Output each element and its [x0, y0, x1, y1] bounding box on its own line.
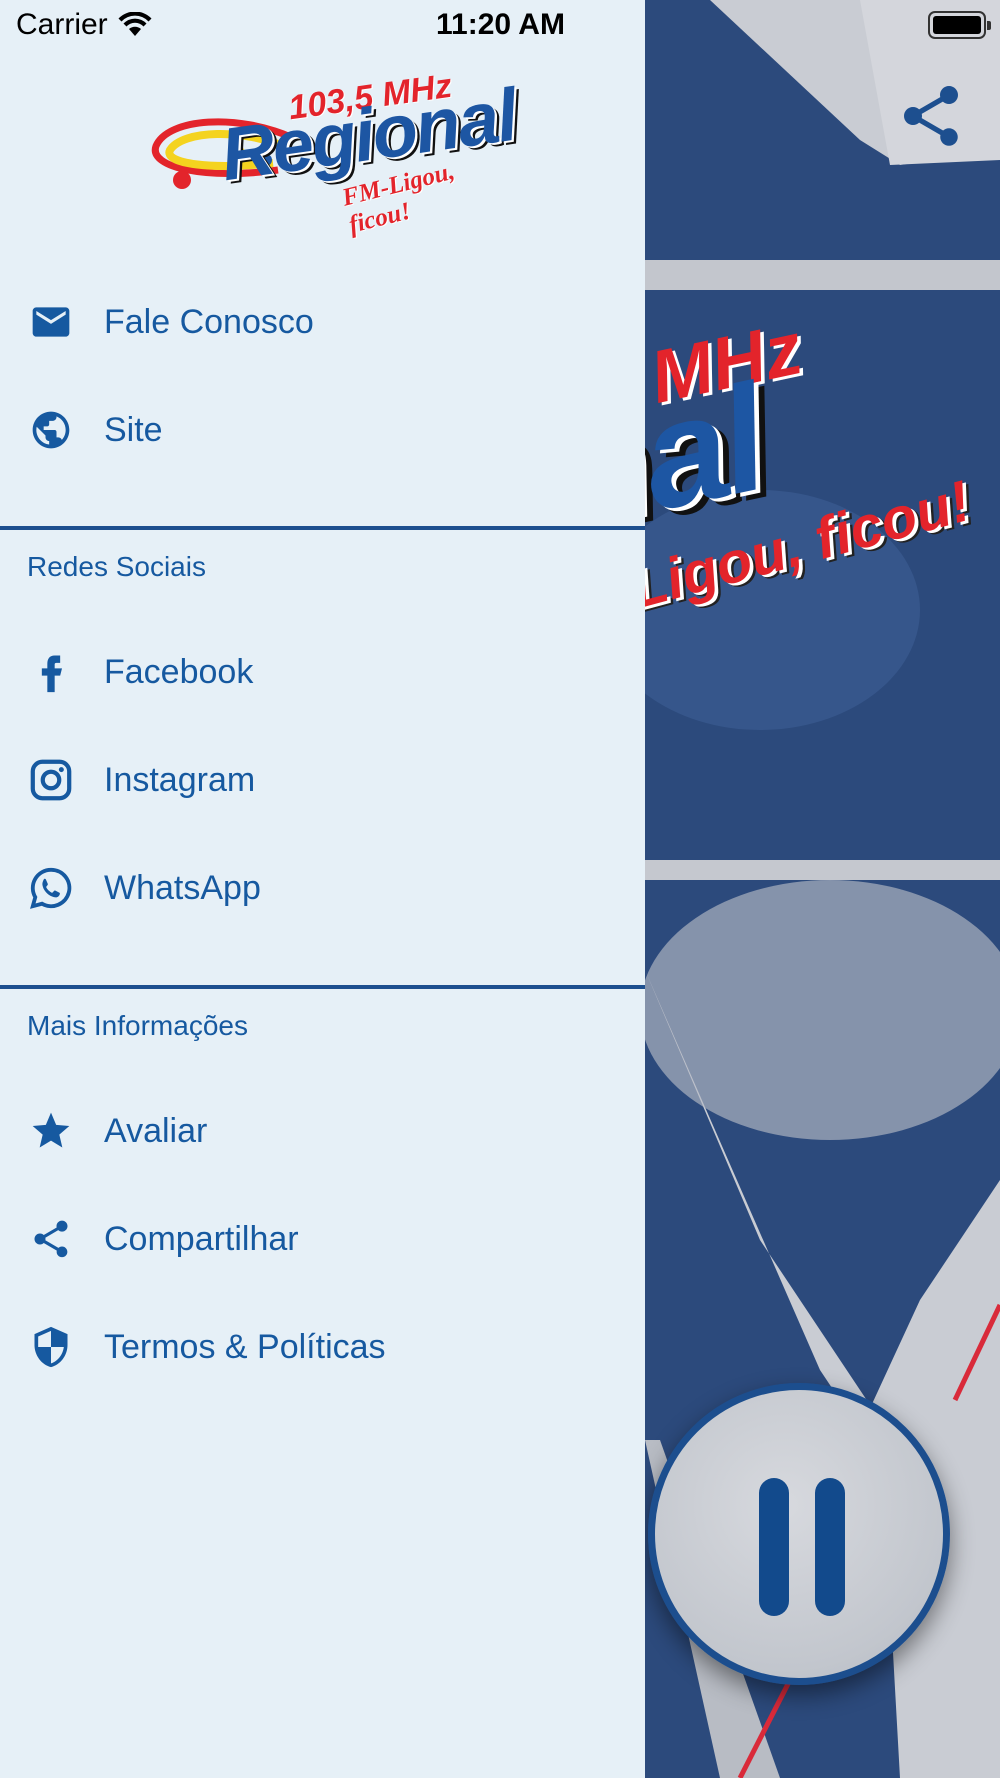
- menu-item-compartilhar[interactable]: Compartilhar: [0, 1189, 645, 1289]
- menu-item-label: Fale Conosco: [104, 302, 314, 341]
- share-icon: [28, 1216, 74, 1262]
- menu-item-avaliar[interactable]: Avaliar: [0, 1081, 645, 1181]
- pause-icon: [759, 1478, 789, 1616]
- status-time: 11:20 AM: [436, 8, 565, 41]
- shield-icon: [28, 1324, 74, 1370]
- menu-item-label: Termos & Políticas: [104, 1327, 386, 1366]
- section-divider: [0, 526, 645, 530]
- whatsapp-icon: [28, 865, 74, 911]
- facebook-icon: [28, 649, 74, 695]
- menu-item-termos-politicas[interactable]: Termos & Políticas: [0, 1297, 645, 1397]
- star-icon: [28, 1108, 74, 1154]
- section-heading-mais-informacoes: Mais Informações: [27, 1010, 248, 1041]
- status-carrier: Carrier: [16, 8, 152, 42]
- menu-item-site[interactable]: Site: [0, 380, 645, 480]
- menu-item-instagram[interactable]: Instagram: [0, 730, 645, 830]
- menu-item-label: WhatsApp: [104, 868, 261, 907]
- mail-icon: [28, 299, 74, 345]
- instagram-icon: [28, 757, 74, 803]
- menu-item-label: Facebook: [104, 652, 254, 691]
- menu-item-facebook[interactable]: Facebook: [0, 622, 645, 722]
- menu-item-label: Avaliar: [104, 1111, 208, 1150]
- share-button[interactable]: [895, 80, 967, 152]
- pause-button[interactable]: [648, 1383, 950, 1685]
- menu-item-fale-conosco[interactable]: Fale Conosco: [0, 272, 645, 372]
- menu-item-whatsapp[interactable]: WhatsApp: [0, 838, 645, 938]
- wifi-icon: [118, 12, 152, 36]
- share-icon: [904, 86, 958, 146]
- section-heading-redes-sociais: Redes Sociais: [27, 551, 206, 582]
- menu-item-label: Instagram: [104, 760, 256, 799]
- section-divider: [0, 985, 645, 989]
- menu-item-label: Compartilhar: [104, 1219, 299, 1258]
- station-logo: 103,5 MHz Regional FM-Ligou, ficou!: [148, 67, 521, 239]
- navigation-drawer: Carrier 11:20 AM 103,5 MHz Regional FM-L…: [0, 0, 645, 1778]
- globe-icon: [28, 407, 74, 453]
- carrier-label: Carrier: [16, 8, 108, 41]
- battery-icon: [928, 11, 991, 39]
- menu-item-label: Site: [104, 410, 163, 449]
